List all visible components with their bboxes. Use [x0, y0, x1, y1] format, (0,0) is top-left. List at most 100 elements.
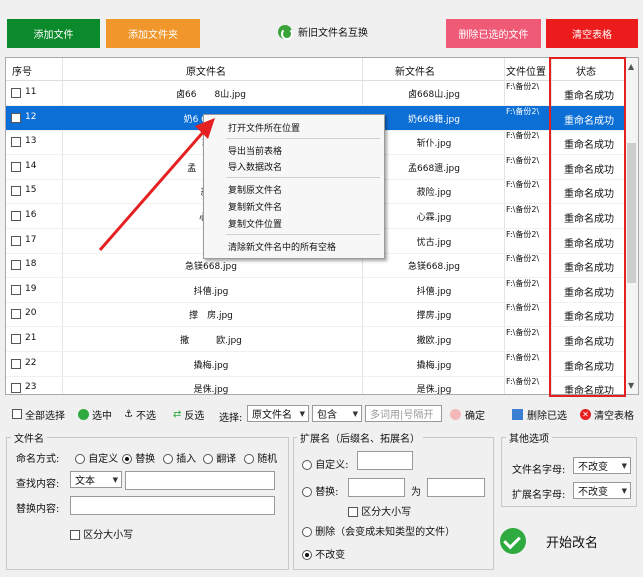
row-checkbox[interactable]	[11, 211, 21, 221]
ext-custom-option[interactable]: 自定义:	[302, 456, 349, 471]
add-file-button[interactable]: 添加文件	[7, 19, 100, 48]
table-row[interactable]: 19 抖僖.jpg 抖僖.jpg F:\备份2\ 重命名成功	[6, 278, 624, 303]
ext-keep-option[interactable]: 不改变	[302, 546, 345, 561]
row-checkbox[interactable]	[11, 161, 21, 172]
add-folder-button[interactable]: 添加文件夹	[106, 19, 200, 48]
mode-insert[interactable]: 插入	[163, 450, 196, 465]
find-type-select[interactable]: 文本 ▼	[70, 471, 122, 488]
row-new-name: 卤668山.jpg	[408, 90, 460, 100]
menu-export-table[interactable]: 导出当前表格	[228, 144, 282, 157]
delete-selected-small-button[interactable]: 删除已选	[512, 405, 567, 423]
select-all-toggle[interactable]: 全部选择	[12, 405, 65, 423]
menu-copy-orig[interactable]: 复制原文件名	[228, 183, 282, 196]
row-orig-name: 急镁668.jpg	[185, 262, 237, 273]
row-checkbox[interactable]	[11, 334, 21, 344]
row-new-name: 急镁668.jpg	[408, 262, 460, 273]
invert-button[interactable]: ⇄ 反选	[173, 405, 204, 423]
row-num: 23	[25, 382, 37, 393]
row-checkbox[interactable]	[11, 309, 21, 320]
search-input[interactable]: 多词用|号隔开	[365, 405, 442, 422]
header-loc: 文件位置	[506, 67, 546, 78]
scroll-down-icon[interactable]: ▼	[628, 381, 634, 390]
swap-label: 新旧文件名互换	[298, 28, 368, 39]
menu-copy-loc[interactable]: 复制文件位置	[228, 217, 282, 230]
row-location: F:\备份2\	[506, 303, 540, 313]
swap-names-button[interactable]: 新旧文件名互换	[278, 24, 368, 40]
filename-case-select[interactable]: 不改变 ▼	[573, 457, 631, 474]
ext-replace-from[interactable]	[348, 478, 405, 497]
ext-case-toggle[interactable]: 区分大小写	[348, 503, 411, 518]
table-row[interactable]: 23 是侏.jpg 是侏.jpg F:\备份2\ 重命名成功	[6, 376, 624, 394]
clear-table-button[interactable]: 清空表格	[546, 19, 638, 48]
row-new-name: 心霖.jpg	[416, 213, 452, 223]
row-checkbox[interactable]	[11, 235, 21, 246]
chevron-down-icon: ▼	[352, 410, 358, 418]
row-checkbox[interactable]	[11, 88, 21, 98]
table-row[interactable]: 11 卤66 8山.jpg 卤668山.jpg F:\备份2\ 重命名成功	[6, 81, 624, 106]
row-new-name: 抖僖.jpg	[416, 286, 452, 297]
delete-icon	[512, 408, 523, 420]
row-num: 12	[25, 111, 37, 122]
chevron-down-icon: ▼	[621, 487, 627, 495]
ext-replace-to[interactable]	[427, 478, 485, 497]
select-all-checkbox[interactable]	[12, 409, 22, 419]
clear-table-small-button[interactable]: ✕ 清空表格	[580, 405, 634, 423]
mode-custom[interactable]: 自定义	[75, 450, 118, 465]
chevron-down-icon: ▼	[299, 410, 305, 418]
row-checkbox[interactable]	[11, 358, 21, 369]
filename-group-title: 文件名	[11, 430, 47, 445]
scroll-up-icon[interactable]: ▲	[628, 62, 634, 71]
start-rename-button[interactable]: 开始改名	[500, 528, 598, 554]
deselect-button[interactable]: ⚓ 不选	[124, 405, 156, 423]
context-menu: 打开文件所在位置 导出当前表格 导入数据改名 复制原文件名 复制新文件名 复制文…	[203, 114, 385, 259]
ext-replace-option[interactable]: 替换:	[302, 483, 339, 498]
status-highlight-box	[549, 57, 626, 397]
delete-selected-button[interactable]: 删除已选的文件	[446, 19, 541, 48]
other-group-title: 其他选项	[506, 430, 552, 445]
find-input[interactable]	[125, 471, 275, 490]
row-orig-name: 撬梅.jpg	[193, 360, 229, 371]
row-checkbox[interactable]	[11, 112, 21, 123]
ext-delete-option[interactable]: 删除（会变成未知类型的文件）	[302, 523, 455, 538]
mode-translate[interactable]: 翻译	[203, 450, 236, 465]
table-row[interactable]: 22 撬梅.jpg 撬梅.jpg F:\备份2\ 重命名成功	[6, 352, 624, 377]
replace-input[interactable]	[70, 496, 275, 515]
row-location: F:\备份2\	[506, 278, 540, 288]
row-new-name: 撑房.jpg	[416, 311, 452, 322]
field-select[interactable]: 原文件名 ▼	[247, 405, 309, 422]
row-checkbox[interactable]	[11, 260, 21, 271]
table-row[interactable]: 20 撑 房.jpg 撑房.jpg F:\备份2\ 重命名成功	[6, 302, 624, 328]
find-label: 查找内容:	[16, 479, 60, 490]
row-location: F:\备份2\	[506, 377, 540, 387]
row-num: 22	[25, 357, 37, 368]
select-button[interactable]: 选中	[78, 405, 112, 423]
row-new-name: 孟668遗.jpg	[408, 163, 460, 174]
mode-replace[interactable]: 替换	[122, 450, 155, 465]
row-checkbox[interactable]	[11, 284, 21, 295]
mode-random[interactable]: 随机	[244, 450, 277, 465]
ext-case-select[interactable]: 不改变 ▼	[573, 482, 631, 499]
menu-import-rename[interactable]: 导入数据改名	[228, 160, 282, 173]
row-new-name: 奶668籍.jpg	[408, 114, 460, 125]
row-num: 11	[25, 87, 37, 97]
filename-case-toggle[interactable]: 区分大小写	[70, 526, 133, 541]
row-num: 13	[25, 136, 37, 147]
table-scrollbar[interactable]: ▲ ▼	[624, 58, 638, 394]
choose-label: 选择:	[219, 413, 243, 424]
match-select[interactable]: 包含 ▼	[312, 405, 362, 422]
row-checkbox[interactable]	[11, 383, 21, 394]
scroll-thumb[interactable]	[627, 143, 636, 283]
row-location: F:\备份2\	[506, 352, 540, 362]
menu-clear-spaces[interactable]: 清除新文件名中的所有空格	[228, 240, 336, 253]
row-checkbox[interactable]	[11, 186, 21, 197]
ext-for-label: 为	[411, 487, 421, 498]
row-new-name: 撬梅.jpg	[416, 360, 452, 371]
row-num: 15	[25, 185, 37, 196]
confirm-button[interactable]: 确定	[450, 405, 485, 423]
menu-copy-new[interactable]: 复制新文件名	[228, 200, 282, 213]
menu-open-location[interactable]: 打开文件所在位置	[228, 121, 300, 134]
ext-custom-input[interactable]	[357, 451, 413, 470]
table-row[interactable]: 21 撒 欧.jpg 撒欧.jpg F:\备份2\ 重命名成功	[6, 327, 624, 352]
row-checkbox[interactable]	[11, 137, 21, 148]
row-orig-name: 撒 欧.jpg	[180, 336, 242, 346]
